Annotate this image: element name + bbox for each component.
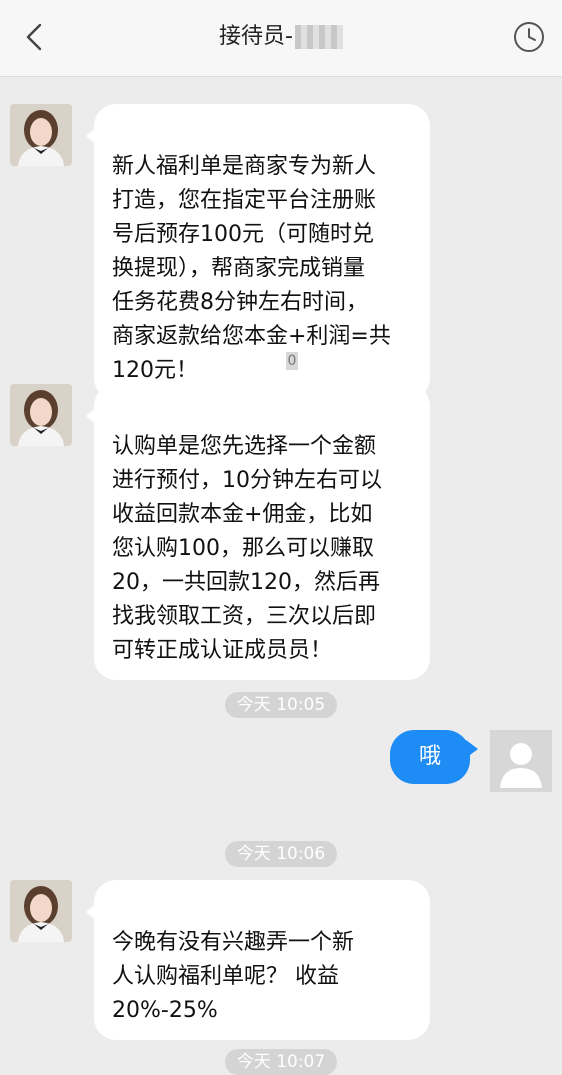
clock-icon[interactable] <box>512 20 546 54</box>
my-message-bubble[interactable]: 哦 <box>390 730 470 784</box>
agent-message-bubble[interactable]: 认购单是您先选择一个金额 进行预付，10分钟左右可以 收益回款本金+佣金，比如 … <box>94 384 430 680</box>
message-text: 新人福利单是商家专为新人 打造，您在指定平台注册账 号后预存100元（可随时兑 … <box>112 154 391 383</box>
message-text: 认购单是您先选择一个金额 进行预付，10分钟左右可以 收益回款本金+佣金，比如 … <box>112 434 382 663</box>
unknown-marker: 0 <box>286 352 298 370</box>
agent-message-bubble[interactable]: 新人福利单是商家专为新人 打造，您在指定平台注册账 号后预存100元（可随时兑 … <box>94 104 430 400</box>
timestamp: 今天 10:06 <box>0 841 562 867</box>
timestamp-text: 今天 10:05 <box>224 692 338 718</box>
chat-title-text: 接待员- <box>219 24 293 49</box>
agent-avatar[interactable] <box>10 104 72 166</box>
timestamp-text: 今天 10:06 <box>224 841 338 867</box>
chat-header: 接待员- <box>0 0 562 77</box>
agent-avatar[interactable] <box>10 880 72 942</box>
my-avatar[interactable] <box>490 730 552 792</box>
chat-title: 接待员- <box>0 20 562 54</box>
agent-message-bubble[interactable]: 今晚有没有兴趣弄一个新 人认购福利单呢？ 收益 20%-25% <box>94 880 430 1040</box>
default-user-icon <box>490 730 552 792</box>
redacted-name <box>294 25 343 49</box>
message-text: 哦 <box>418 744 441 769</box>
timestamp: 今天 10:07 <box>0 1049 562 1075</box>
message-text: 今晚有没有兴趣弄一个新 人认购福利单呢？ 收益 20%-25% <box>112 930 355 1023</box>
timestamp-text: 今天 10:07 <box>224 1049 338 1075</box>
timestamp: 今天 10:05 <box>0 692 562 718</box>
bubble-tail <box>466 740 478 758</box>
agent-avatar[interactable] <box>10 384 72 446</box>
